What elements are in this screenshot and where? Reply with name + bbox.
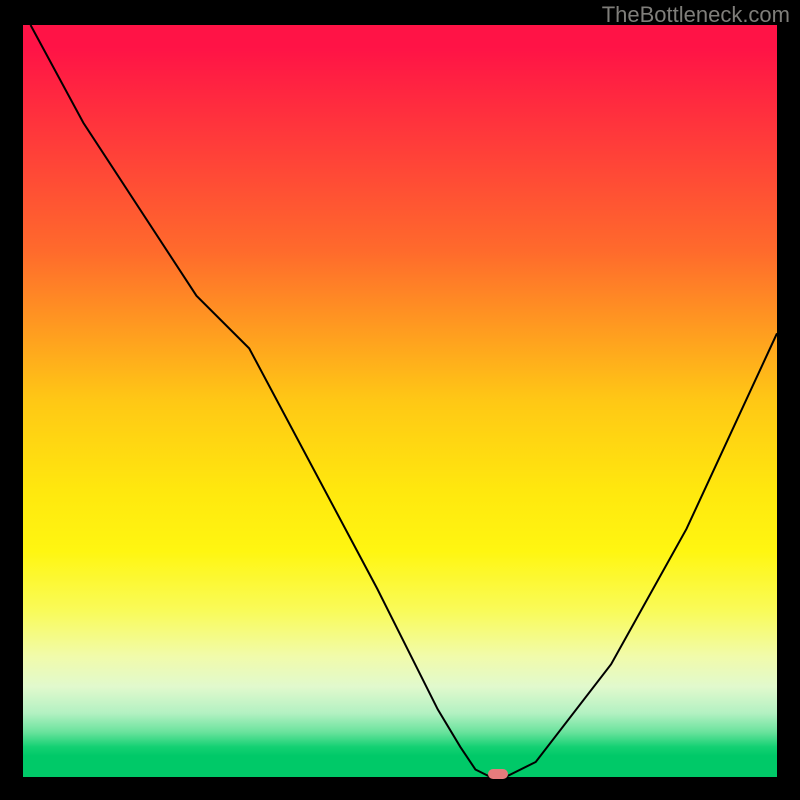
optimal-marker — [488, 769, 508, 779]
plot-area — [23, 25, 777, 777]
watermark-text: TheBottleneck.com — [602, 2, 790, 28]
chart-frame: TheBottleneck.com — [0, 0, 800, 800]
curve-path — [31, 25, 777, 777]
bottleneck-curve — [23, 25, 777, 777]
